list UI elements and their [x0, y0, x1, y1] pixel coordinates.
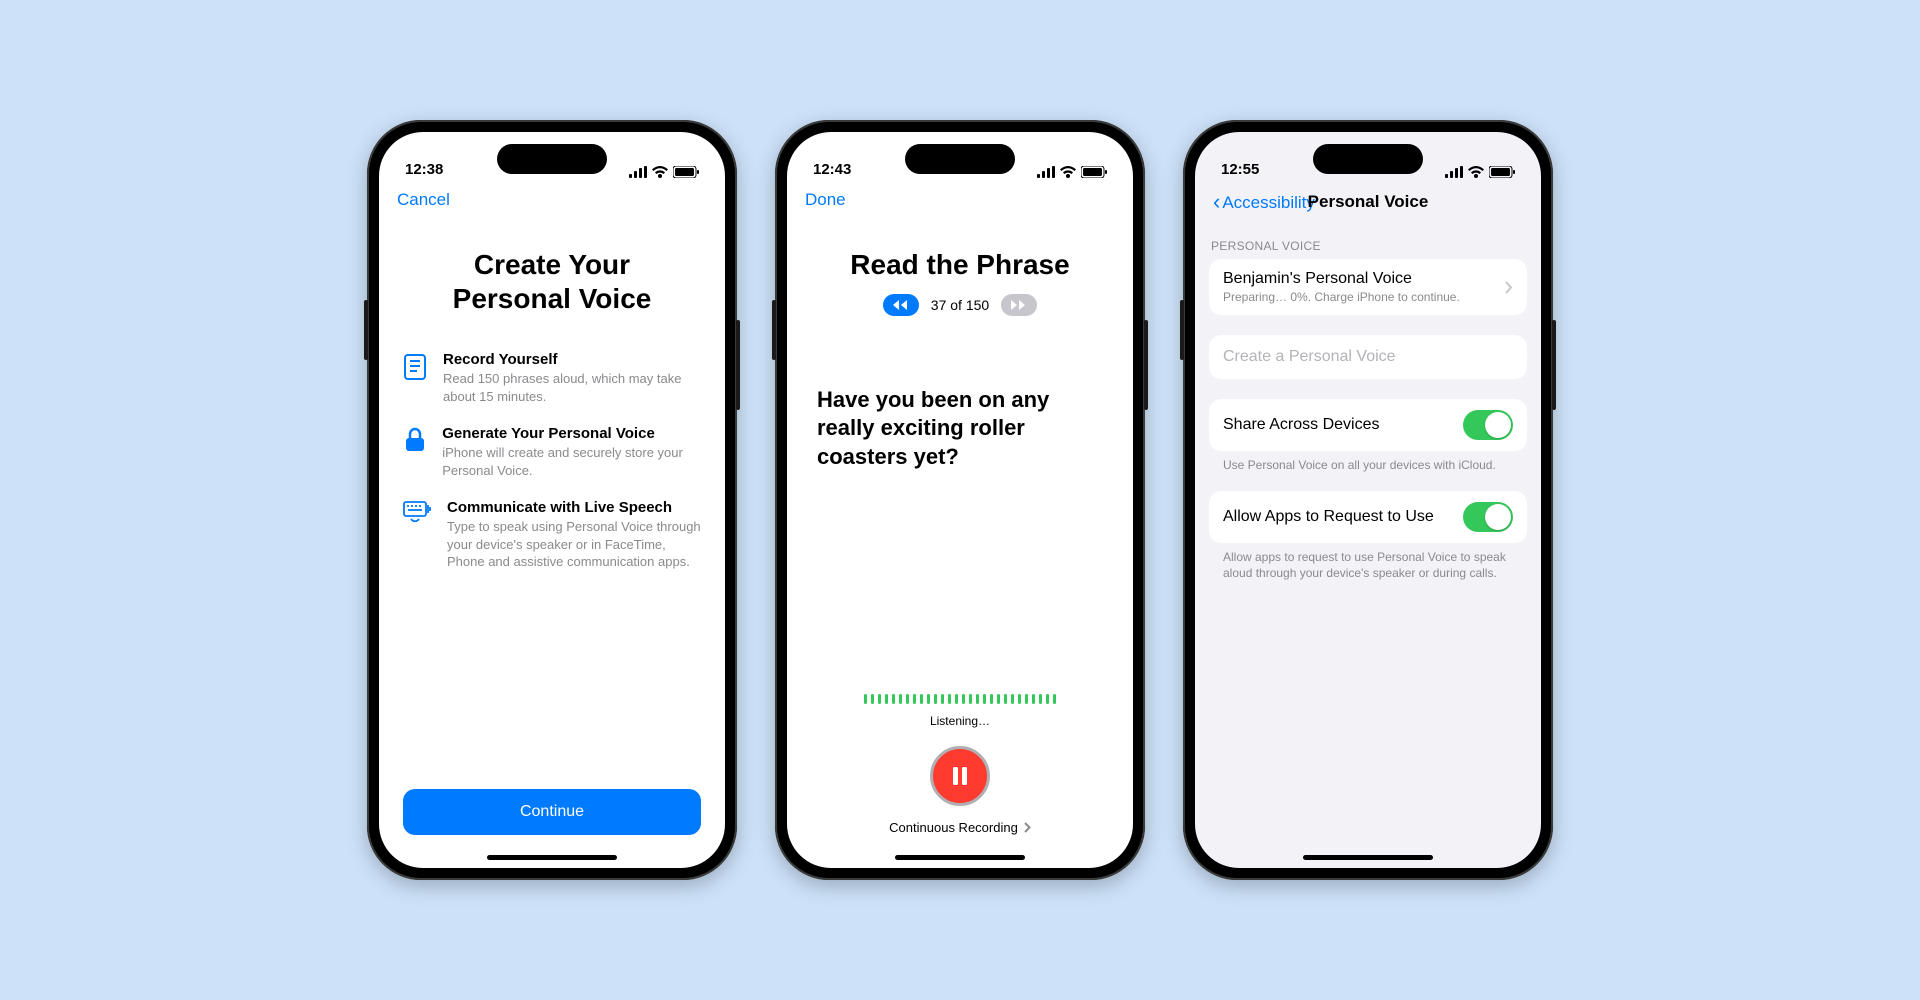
wifi-icon: [1060, 166, 1076, 178]
dynamic-island: [497, 144, 607, 174]
previous-phrase-button[interactable]: [883, 294, 919, 316]
home-indicator[interactable]: [895, 855, 1025, 860]
phone-create-voice: 12:38 Cancel Create Your Personal Voice …: [367, 120, 737, 880]
nav-bar: Done: [787, 182, 1133, 216]
wifi-icon: [652, 166, 668, 178]
cancel-button[interactable]: Cancel: [397, 190, 450, 210]
chevron-left-icon: ‹: [1213, 189, 1220, 214]
feature-body: iPhone will create and securely store yo…: [442, 444, 701, 479]
back-button[interactable]: ‹Accessibility: [1213, 190, 1315, 213]
feature-body: Read 150 phrases aloud, which may take a…: [443, 370, 701, 405]
allow-apps-toggle[interactable]: [1463, 502, 1513, 532]
home-indicator[interactable]: [1303, 855, 1433, 860]
battery-icon: [1081, 166, 1107, 178]
keyboard-speak-icon: [403, 499, 431, 571]
allow-apps-row: Allow Apps to Request to Use: [1209, 491, 1527, 543]
recording-mode-button[interactable]: Continuous Recording: [811, 820, 1109, 835]
allow-apps-label: Allow Apps to Request to Use: [1223, 508, 1453, 526]
chevron-right-icon: [1505, 281, 1513, 294]
feature-generate: Generate Your Personal Voice iPhone will…: [403, 415, 701, 489]
phone-settings: 12:55 ‹Accessibility Personal Voice PERS…: [1183, 120, 1553, 880]
share-devices-toggle[interactable]: [1463, 410, 1513, 440]
voice-name: Benjamin's Personal Voice: [1223, 270, 1495, 288]
phrase-counter: 37 of 150: [811, 294, 1109, 316]
battery-icon: [1489, 166, 1515, 178]
page-title: Create Your Personal Voice: [403, 224, 701, 341]
chevron-right-icon: [1024, 822, 1031, 833]
feature-title: Record Yourself: [443, 351, 701, 368]
cellular-icon: [629, 166, 647, 178]
battery-icon: [673, 166, 699, 178]
feature-title: Communicate with Live Speech: [447, 499, 701, 516]
dynamic-island: [1313, 144, 1423, 174]
phone-read-phrase: 12:43 Done Read the Phrase 37 of 150 Hav…: [775, 120, 1145, 880]
create-voice-label: Create a Personal Voice: [1223, 348, 1513, 366]
cellular-icon: [1037, 166, 1055, 178]
back-label: Accessibility: [1222, 193, 1315, 212]
status-time: 12:55: [1221, 161, 1259, 178]
status-time: 12:43: [813, 161, 851, 178]
audio-waveform: [811, 684, 1109, 704]
create-voice-row[interactable]: Create a Personal Voice: [1209, 335, 1527, 379]
cellular-icon: [1445, 166, 1463, 178]
share-devices-label: Share Across Devices: [1223, 416, 1453, 434]
feature-record: Record Yourself Read 150 phrases aloud, …: [403, 341, 701, 415]
done-button[interactable]: Done: [805, 190, 846, 210]
allow-apps-footer: Allow apps to request to use Personal Vo…: [1195, 543, 1541, 581]
next-phrase-button[interactable]: [1001, 294, 1037, 316]
share-devices-footer: Use Personal Voice on all your devices w…: [1195, 451, 1541, 473]
voice-row[interactable]: Benjamin's Personal Voice Preparing… 0%.…: [1209, 259, 1527, 315]
voice-status: Preparing… 0%. Charge iPhone to continue…: [1223, 290, 1495, 304]
continue-button[interactable]: Continue: [403, 789, 701, 835]
home-indicator[interactable]: [487, 855, 617, 860]
recording-mode-label: Continuous Recording: [889, 820, 1018, 835]
listening-status: Listening…: [811, 714, 1109, 728]
feature-title: Generate Your Personal Voice: [442, 425, 701, 442]
nav-bar: ‹Accessibility Personal Voice: [1195, 182, 1541, 219]
script-icon: [403, 351, 427, 405]
status-icons: [1037, 166, 1107, 178]
nav-bar: Cancel: [379, 182, 725, 216]
dynamic-island: [905, 144, 1015, 174]
counter-text: 37 of 150: [931, 297, 989, 313]
lock-icon: [403, 425, 426, 479]
feature-body: Type to speak using Personal Voice throu…: [447, 518, 701, 571]
phrase-text: Have you been on any really exciting rol…: [811, 316, 1109, 472]
pause-record-button[interactable]: [930, 746, 990, 806]
wifi-icon: [1468, 166, 1484, 178]
feature-communicate: Communicate with Live Speech Type to spe…: [403, 489, 701, 581]
pause-icon: [951, 765, 969, 787]
status-time: 12:38: [405, 161, 443, 178]
share-devices-row: Share Across Devices: [1209, 399, 1527, 451]
status-icons: [1445, 166, 1515, 178]
status-icons: [629, 166, 699, 178]
page-title: Read the Phrase: [811, 224, 1109, 292]
section-header: PERSONAL VOICE: [1195, 219, 1541, 259]
